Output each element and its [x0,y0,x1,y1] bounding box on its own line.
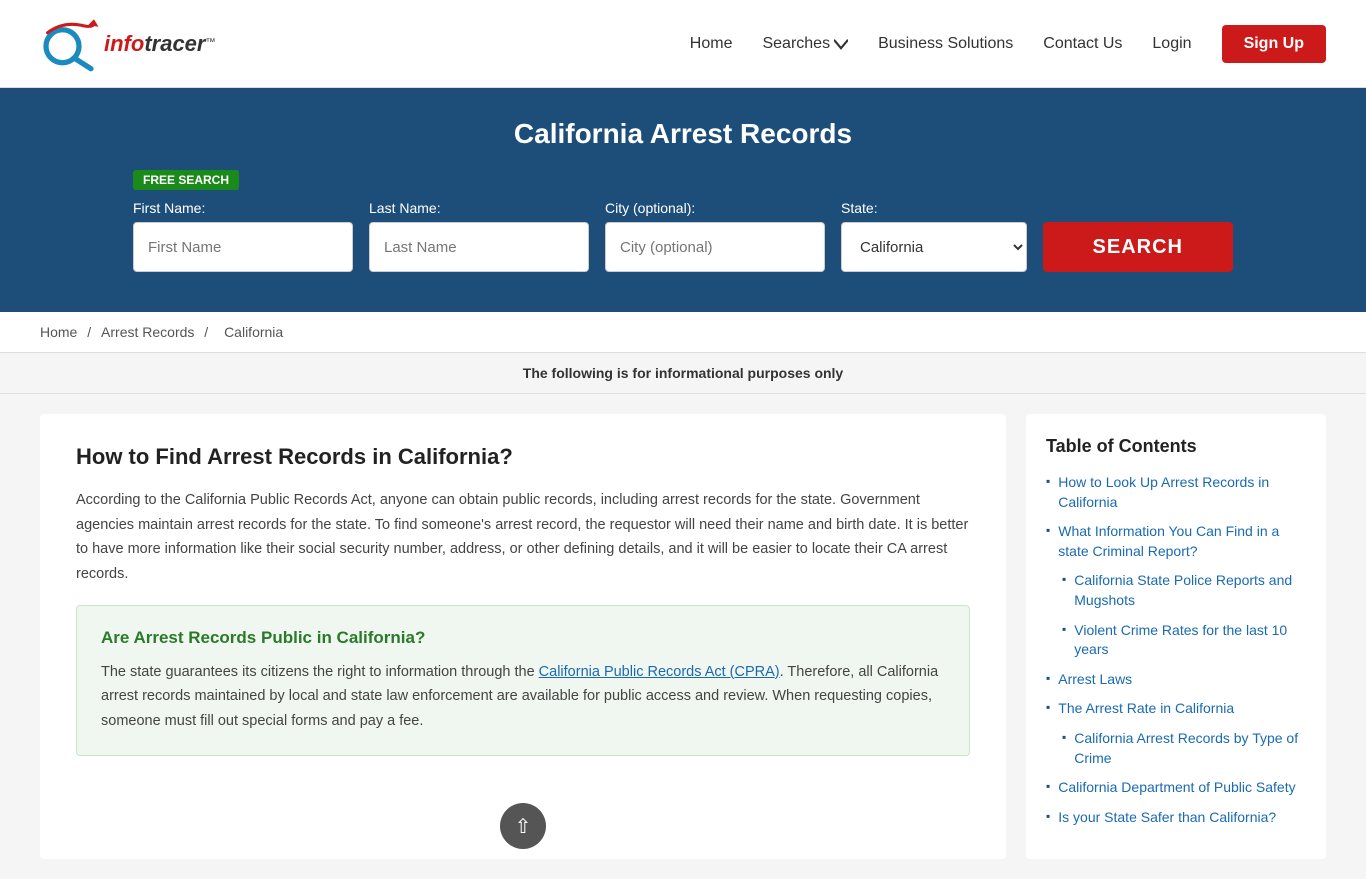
green-box-heading: Are Arrest Records Public in California? [101,628,945,648]
toc-item: Arrest Laws [1046,670,1306,690]
logo[interactable]: infotracer™ [40,14,215,74]
toc-heading: Table of Contents [1046,436,1306,457]
toc-item: California Department of Public Safety [1046,778,1306,798]
city-input[interactable] [605,222,825,272]
toc-item: The Arrest Rate in California [1046,699,1306,719]
breadcrumb-home[interactable]: Home [40,324,77,340]
scroll-top-button[interactable]: ⇧ [500,803,546,849]
free-search-badge: FREE SEARCH [133,170,239,190]
toc-section: Table of Contents How to Look Up Arrest … [1026,414,1326,859]
toc-link-5[interactable]: Arrest Laws [1058,670,1132,690]
green-box: Are Arrest Records Public in California?… [76,605,970,757]
breadcrumb-sep2: / [204,324,212,340]
toc-link-7[interactable]: California Arrest Records by Type of Cri… [1074,729,1306,768]
last-name-input[interactable] [369,222,589,272]
signup-button[interactable]: Sign Up [1222,25,1326,63]
search-fields: California Alabama Alaska Arizona Arkans… [133,222,1233,272]
toc-item-sub: California Arrest Records by Type of Cri… [1046,729,1306,768]
toc-link-9[interactable]: Is your State Safer than California? [1058,808,1276,828]
last-name-label: Last Name: [369,200,589,216]
nav-home[interactable]: Home [690,35,733,53]
toc-link-6[interactable]: The Arrest Rate in California [1058,699,1234,719]
toc-item: What Information You Can Find in a state… [1046,522,1306,561]
toc-list: How to Look Up Arrest Records in Califor… [1046,473,1306,827]
state-select[interactable]: California Alabama Alaska Arizona Arkans… [841,222,1027,272]
toc-link-2[interactable]: What Information You Can Find in a state… [1058,522,1306,561]
toc-link-8[interactable]: California Department of Public Safety [1058,778,1295,798]
search-form: FREE SEARCH First Name: Last Name: City … [133,170,1233,272]
login-button[interactable]: Login [1152,35,1191,53]
breadcrumb-sep1: / [87,324,95,340]
chevron-down-icon [834,37,848,51]
toc-link-3[interactable]: California State Police Reports and Mugs… [1074,571,1306,610]
article-body: According to the California Public Recor… [76,488,970,587]
toc-link-1[interactable]: How to Look Up Arrest Records in Califor… [1058,473,1306,512]
page-title: California Arrest Records [40,118,1326,150]
hero-section: California Arrest Records FREE SEARCH Fi… [0,88,1366,312]
first-name-label: First Name: [133,200,353,216]
info-notice: The following is for informational purpo… [0,353,1366,394]
toc-item-sub: Violent Crime Rates for the last 10 year… [1046,621,1306,660]
nav-searches[interactable]: Searches [762,35,848,53]
cpra-link[interactable]: California Public Records Act (CPRA) [539,664,780,680]
breadcrumb-california: California [224,324,283,340]
green-box-body: The state guarantees its citizens the ri… [101,660,945,734]
search-labels: First Name: Last Name: City (optional): … [133,200,1233,216]
search-button[interactable]: SEARCH [1043,222,1233,272]
nav-business[interactable]: Business Solutions [878,35,1013,53]
toc-item: How to Look Up Arrest Records in Califor… [1046,473,1306,512]
header: infotracer™ Home Searches Business Solut… [0,0,1366,88]
main-content: How to Find Arrest Records in California… [0,394,1366,879]
article-heading: How to Find Arrest Records in California… [76,444,970,470]
article-section: How to Find Arrest Records in California… [40,414,1006,859]
breadcrumb: Home / Arrest Records / California [0,312,1366,353]
state-label: State: [841,200,1233,216]
nav-contact[interactable]: Contact Us [1043,35,1122,53]
first-name-input[interactable] [133,222,353,272]
toc-link-4[interactable]: Violent Crime Rates for the last 10 year… [1074,621,1306,660]
main-nav: Home Searches Business Solutions Contact… [690,25,1326,63]
toc-item: Is your State Safer than California? [1046,808,1306,828]
city-label: City (optional): [605,200,825,216]
toc-item-sub: California State Police Reports and Mugs… [1046,571,1306,610]
logo-icon [40,14,100,74]
breadcrumb-arrest-records[interactable]: Arrest Records [101,324,194,340]
